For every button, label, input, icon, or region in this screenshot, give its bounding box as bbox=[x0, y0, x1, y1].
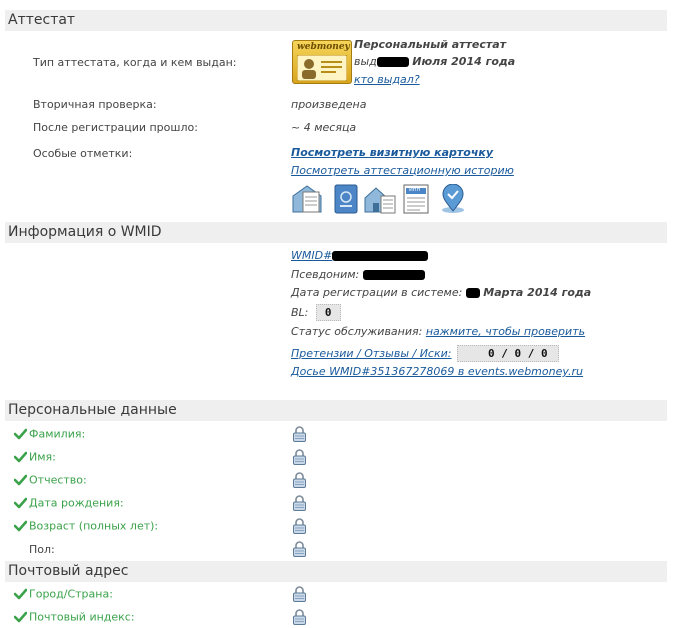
view-attestation-history-link[interactable]: Посмотреть аттестационную историю bbox=[291, 164, 514, 177]
field-row: Дата рождения: bbox=[14, 496, 124, 512]
redacted-day bbox=[376, 57, 409, 67]
wmid-line: WMID# bbox=[291, 249, 429, 262]
secondary-check-label: Вторичная проверка: bbox=[33, 98, 157, 111]
special-marks-label: Особые отметки: bbox=[33, 147, 133, 160]
lock-icon[interactable] bbox=[292, 449, 307, 465]
bl-line: BL: 0 bbox=[291, 304, 341, 321]
claims-value-badge: 0 / 0 / 0 bbox=[456, 345, 559, 362]
redacted-nickname bbox=[362, 270, 425, 280]
since-registration-value: ~ 4 месяца bbox=[291, 121, 357, 134]
claims-link[interactable]: Претензии / Отзывы / Иски: bbox=[291, 347, 451, 360]
webmoney-attestat-logo: webmoney bbox=[292, 40, 352, 84]
check-icon bbox=[14, 427, 29, 440]
wmid-link[interactable]: WMID# bbox=[291, 249, 332, 262]
dossier-link[interactable]: Досье WMID#351367278069 в events.webmone… bbox=[291, 365, 583, 378]
field-row: Возраст (полных лет): bbox=[14, 519, 158, 535]
secondary-check-value: произведена bbox=[291, 98, 367, 111]
webmoney-logo-text: webmoney bbox=[297, 42, 350, 52]
lock-icon[interactable] bbox=[292, 426, 307, 442]
redacted-wmid bbox=[332, 251, 429, 261]
issued-date: Июля 2014 года bbox=[412, 55, 516, 68]
lock-icon[interactable] bbox=[292, 495, 307, 511]
field-label: Фамилия: bbox=[29, 427, 86, 441]
registration-date-label: Дата регистрации в системе: bbox=[291, 286, 463, 299]
lock-icon[interactable] bbox=[292, 609, 307, 625]
location-pin-icon[interactable] bbox=[437, 183, 469, 214]
service-status-line: Статус обслуживания: нажмите, чтобы пров… bbox=[291, 325, 585, 338]
field-row: Город/Страна: bbox=[14, 587, 113, 603]
check-icon bbox=[14, 610, 29, 623]
inn-document-icon[interactable]: ИНН bbox=[400, 184, 432, 214]
passport-icon[interactable] bbox=[330, 184, 362, 214]
field-label: Дата рождения: bbox=[29, 496, 124, 510]
field-label: Город/Страна: bbox=[29, 587, 113, 601]
bl-value-badge: 0 bbox=[315, 304, 341, 321]
lock-icon[interactable] bbox=[292, 472, 307, 488]
attestat-section-header: Аттестат bbox=[5, 10, 667, 31]
issued-prefix: выд bbox=[354, 55, 377, 68]
postal-section-header: Почтовый адрес bbox=[5, 561, 667, 582]
personal-section-header: Персональные данные bbox=[5, 400, 667, 421]
field-label: Имя: bbox=[29, 450, 56, 464]
field-row: Пол: bbox=[14, 542, 55, 558]
inn-icon-label: ИНН bbox=[409, 187, 421, 193]
person-card-icon bbox=[297, 55, 347, 81]
check-icon bbox=[14, 587, 29, 600]
check-icon bbox=[14, 473, 29, 486]
bl-label: BL: bbox=[291, 306, 309, 319]
check-icon bbox=[14, 450, 29, 463]
envelope-document-icon[interactable] bbox=[291, 184, 323, 214]
nickname-label: Псевдоним: bbox=[291, 268, 360, 281]
registration-date-line: Дата регистрации в системе: Марта 2014 г… bbox=[291, 286, 591, 299]
claims-line: Претензии / Отзывы / Иски: 0 / 0 / 0 bbox=[291, 345, 559, 362]
wmid-section-header: Информация о WMID bbox=[5, 222, 667, 243]
service-status-link[interactable]: нажмите, чтобы проверить bbox=[426, 325, 585, 338]
redacted-reg-day bbox=[465, 288, 480, 298]
field-row: Имя: bbox=[14, 450, 56, 466]
lock-icon[interactable] bbox=[292, 586, 307, 602]
field-row: Фамилия: bbox=[14, 427, 85, 443]
attestat-issued-line: выд Июля 2014 года bbox=[354, 55, 515, 68]
lock-icon[interactable] bbox=[292, 518, 307, 534]
field-row: Отчество: bbox=[14, 473, 87, 489]
house-document-icon[interactable] bbox=[364, 184, 396, 214]
field-label: Возраст (полных лет): bbox=[29, 519, 159, 533]
field-label: Отчество: bbox=[29, 473, 87, 487]
field-label: Почтовый индекс: bbox=[29, 610, 135, 624]
check-icon bbox=[14, 496, 29, 509]
nickname-line: Псевдоним: bbox=[291, 268, 425, 281]
registration-date-value: Марта 2014 года bbox=[483, 286, 592, 299]
attestat-type-value: Персональный аттестат bbox=[354, 38, 507, 51]
check-icon bbox=[14, 519, 29, 532]
attestat-type-label: Тип аттестата, когда и кем выдан: bbox=[33, 56, 237, 69]
service-status-label: Статус обслуживания: bbox=[291, 325, 423, 338]
who-issued-link[interactable]: кто выдал? bbox=[354, 73, 420, 86]
field-label: Пол: bbox=[29, 542, 55, 556]
since-registration-label: После регистрации прошло: bbox=[33, 121, 198, 134]
view-business-card-link[interactable]: Посмотреть визитную карточку bbox=[291, 146, 493, 159]
lock-icon[interactable] bbox=[292, 541, 307, 557]
